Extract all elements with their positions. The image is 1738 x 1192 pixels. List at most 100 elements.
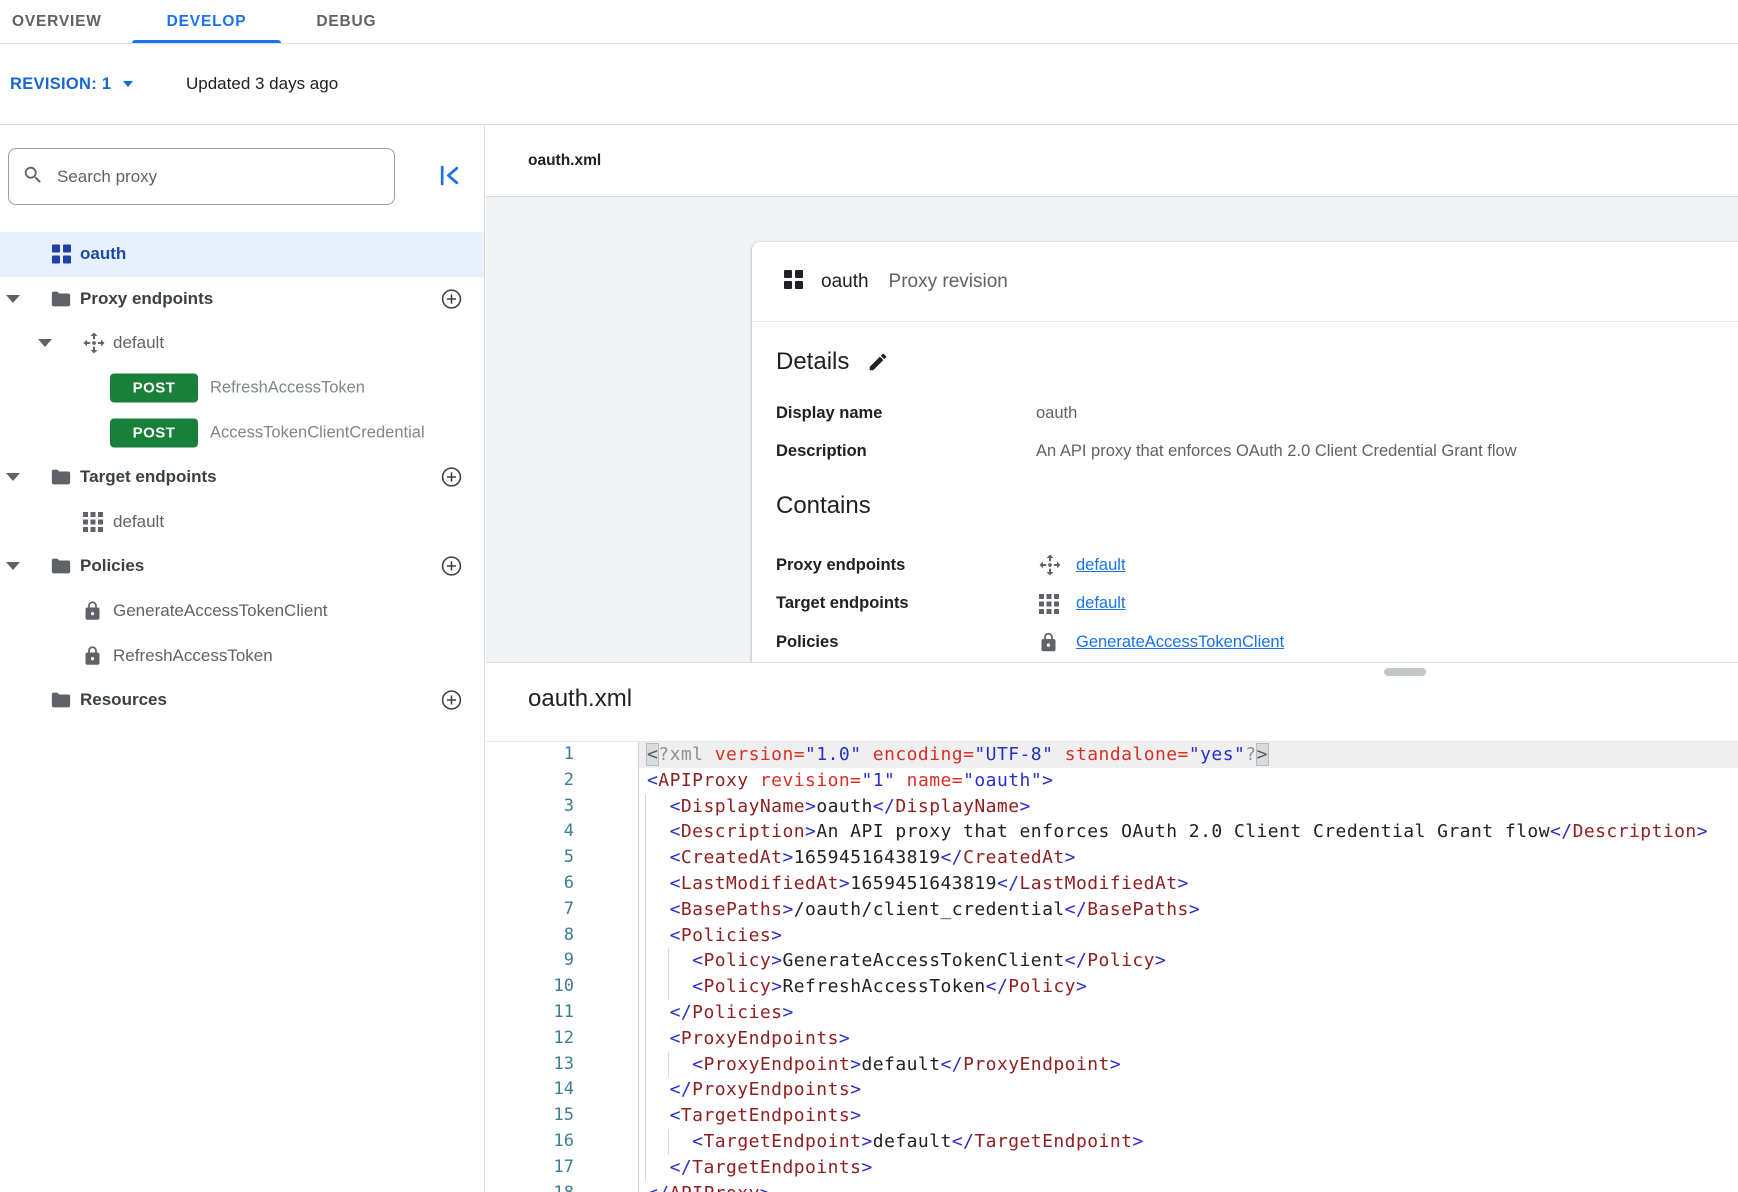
- tree-item-default[interactable]: default: [0, 500, 484, 545]
- code-row: 13 <ProxyEndpoint>default</ProxyEndpoint…: [486, 1052, 1738, 1078]
- code-line[interactable]: <CreatedAt>1659451643819</CreatedAt>: [639, 845, 1738, 871]
- main-panel: oauth.xml oauth Proxy revision Details D…: [486, 125, 1738, 1192]
- code-line[interactable]: <TargetEndpoints>: [639, 1103, 1738, 1129]
- policy-lock-icon: [1038, 632, 1076, 653]
- tree-item-default[interactable]: default: [0, 321, 484, 366]
- line-number: 1: [486, 742, 639, 768]
- search-proxy-input[interactable]: [8, 148, 395, 205]
- line-number: 18: [486, 1181, 639, 1192]
- code-row: 17 </TargetEndpoints>: [486, 1155, 1738, 1181]
- indent-guide: [668, 1129, 669, 1155]
- folder-icon: [50, 288, 72, 310]
- code-line[interactable]: <DisplayName>oauth</DisplayName>: [639, 794, 1738, 820]
- method-badge: POST: [110, 418, 198, 447]
- indent-guide: [668, 974, 669, 1000]
- indent-guide: [668, 1052, 669, 1078]
- code-row: 7 <BasePaths>/oauth/client_credential</B…: [486, 897, 1738, 923]
- indent-guide: [645, 1000, 646, 1026]
- expand-triangle-icon[interactable]: [6, 295, 20, 303]
- apigee-develop-screen: OVERVIEWDEVELOPDEBUG REVISION: 1 Updated…: [0, 0, 1738, 1192]
- indent-guide: [645, 845, 646, 871]
- revision-selector[interactable]: REVISION: 1: [10, 44, 133, 124]
- tree-item-proxy-endpoints[interactable]: Proxy endpoints: [0, 277, 484, 322]
- code-row: 2<APIProxy revision="1" name="oauth">: [486, 768, 1738, 794]
- details-fields: Display nameoauthDescriptionAn API proxy…: [776, 394, 1726, 470]
- contains-label: Policies: [776, 633, 1038, 652]
- code-line[interactable]: </Policies>: [639, 1000, 1738, 1026]
- add-policies-button[interactable]: [440, 555, 463, 578]
- indent-guide: [645, 1155, 646, 1181]
- tree-item-label: Resources: [80, 690, 167, 710]
- edit-pencil-icon[interactable]: [867, 351, 889, 373]
- code-line[interactable]: <LastModifiedAt>1659451643819</LastModif…: [639, 871, 1738, 897]
- code-line[interactable]: <Description>An API proxy that enforces …: [639, 819, 1738, 845]
- code-line[interactable]: <?xml version="1.0" encoding="UTF-8" sta…: [639, 742, 1738, 768]
- code-row: 8 <Policies>: [486, 923, 1738, 949]
- search-icon: [22, 164, 44, 191]
- line-number: 12: [486, 1026, 639, 1052]
- tree-item-accesstokenclientcredential[interactable]: POSTAccessTokenClientCredential: [0, 410, 484, 455]
- tree-item-refreshaccesstoken[interactable]: POSTRefreshAccessToken: [0, 366, 484, 411]
- indent-guide: [645, 1077, 646, 1103]
- folder-icon: [50, 689, 72, 711]
- indent-guide: [668, 948, 669, 974]
- tree-item-resources[interactable]: Resources: [0, 678, 484, 723]
- contains-link-default[interactable]: default: [1076, 556, 1126, 575]
- card-body: Details Display nameoauthDescriptionAn A…: [752, 322, 1738, 662]
- code-line[interactable]: <TargetEndpoint>default</TargetEndpoint>: [639, 1129, 1738, 1155]
- file-header-title: oauth.xml: [528, 152, 601, 170]
- tree-item-refreshaccesstoken[interactable]: RefreshAccessToken: [0, 633, 484, 678]
- proxy-endpoint-icon: [82, 331, 106, 355]
- expand-triangle-icon[interactable]: [6, 562, 20, 570]
- tab-develop[interactable]: DEVELOP: [132, 0, 282, 43]
- expand-triangle-icon[interactable]: [6, 473, 20, 481]
- code-line[interactable]: </APIProxy>: [639, 1181, 1738, 1192]
- code-row: 14 </ProxyEndpoints>: [486, 1077, 1738, 1103]
- indent-guide: [645, 974, 646, 1000]
- code-line[interactable]: <ProxyEndpoint>default</ProxyEndpoint>: [639, 1052, 1738, 1078]
- add-resources-button[interactable]: [440, 689, 463, 712]
- pane-resize-handle[interactable]: [1384, 668, 1426, 676]
- code-line[interactable]: <Policy>RefreshAccessToken</Policy>: [639, 974, 1738, 1000]
- line-number: 15: [486, 1103, 639, 1129]
- tree-item-generateaccesstokenclient[interactable]: GenerateAccessTokenClient: [0, 589, 484, 634]
- contains-link-default[interactable]: default: [1076, 594, 1126, 613]
- folder-icon: [50, 555, 72, 577]
- indent-guide: [645, 819, 646, 845]
- line-number: 14: [486, 1077, 639, 1103]
- indent-guide: [645, 794, 646, 820]
- indent-guide: [645, 897, 646, 923]
- expand-triangle-icon[interactable]: [38, 339, 52, 347]
- contains-link-generateaccesstokenclient[interactable]: GenerateAccessTokenClient: [1076, 633, 1284, 652]
- line-number: 16: [486, 1129, 639, 1155]
- collapse-panel-icon[interactable]: [436, 162, 463, 194]
- target-endpoint-icon: [1038, 593, 1076, 615]
- tree-item-policies[interactable]: Policies: [0, 544, 484, 589]
- code-pane-title: oauth.xml: [528, 685, 632, 713]
- tab-debug[interactable]: DEBUG: [281, 0, 411, 43]
- tab-overview[interactable]: OVERVIEW: [0, 0, 132, 43]
- code-row: 3 <DisplayName>oauth</DisplayName>: [486, 794, 1738, 820]
- indent-guide: [645, 871, 646, 897]
- search-row: [0, 125, 484, 232]
- tree-item-label: Policies: [80, 556, 144, 576]
- tree-item-label: default: [113, 333, 164, 353]
- tree-item-label: default: [113, 512, 164, 532]
- xml-code-editor[interactable]: 1<?xml version="1.0" encoding="UTF-8" st…: [486, 741, 1738, 1192]
- code-line[interactable]: <ProxyEndpoints>: [639, 1026, 1738, 1052]
- field-label: Description: [776, 442, 1036, 461]
- code-line[interactable]: <BasePaths>/oauth/client_credential</Bas…: [639, 897, 1738, 923]
- tree-item-oauth[interactable]: oauth: [0, 232, 484, 277]
- code-line[interactable]: </TargetEndpoints>: [639, 1155, 1738, 1181]
- code-line[interactable]: <APIProxy revision="1" name="oauth">: [639, 768, 1738, 794]
- code-line[interactable]: <Policies>: [639, 923, 1738, 949]
- tree-item-target-endpoints[interactable]: Target endpoints: [0, 455, 484, 500]
- code-row: 16 <TargetEndpoint>default</TargetEndpoi…: [486, 1129, 1738, 1155]
- line-number: 6: [486, 871, 639, 897]
- add-target-endpoints-button[interactable]: [440, 466, 463, 489]
- add-proxy-endpoints-button[interactable]: [440, 287, 463, 310]
- code-line[interactable]: <Policy>GenerateAccessTokenClient</Polic…: [639, 948, 1738, 974]
- code-line[interactable]: </ProxyEndpoints>: [639, 1077, 1738, 1103]
- code-row: 9 <Policy>GenerateAccessTokenClient</Pol…: [486, 948, 1738, 974]
- target-endpoint-icon: [82, 511, 104, 533]
